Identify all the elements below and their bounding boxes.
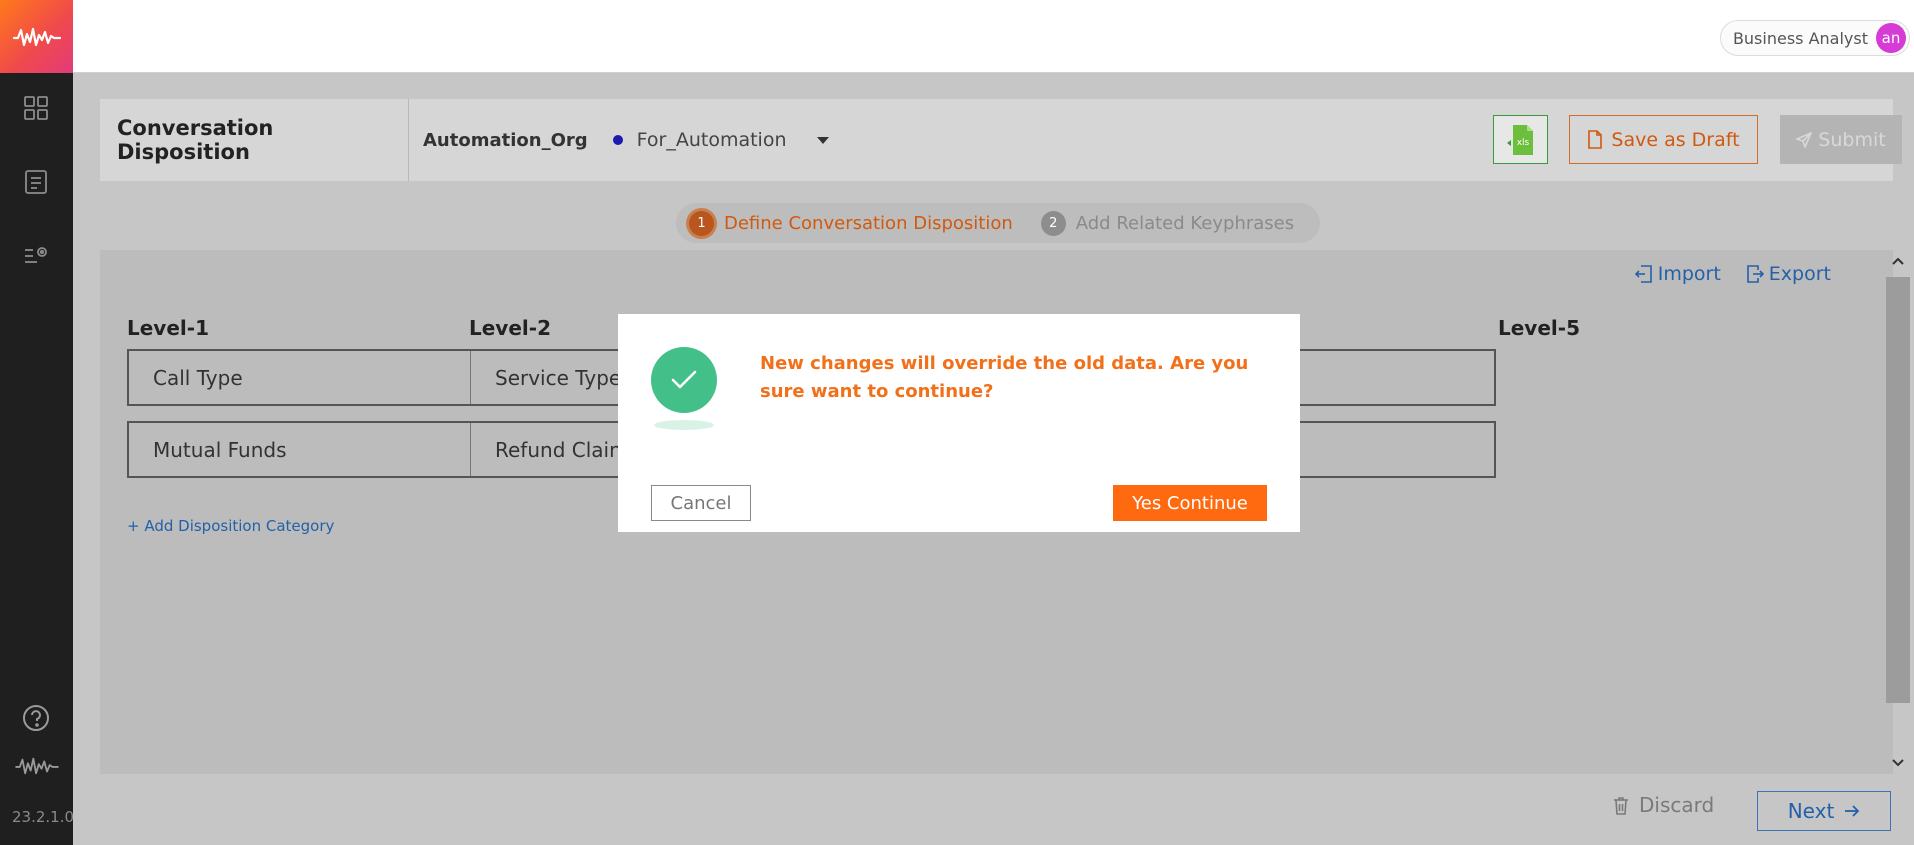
next-button[interactable]: Next: [1757, 791, 1891, 831]
level-1-cell[interactable]: Mutual Funds: [129, 423, 471, 476]
project-select[interactable]: For_Automation: [637, 129, 787, 151]
chevron-down-icon[interactable]: [1891, 758, 1905, 768]
page-title: Conversation Disposition: [100, 99, 409, 181]
import-button[interactable]: Import: [1634, 263, 1721, 285]
cancel-button[interactable]: Cancel: [651, 485, 751, 521]
save-draft-label: Save as Draft: [1611, 128, 1740, 151]
avatar: an: [1876, 23, 1906, 53]
xls-file-icon: xls: [1506, 124, 1533, 155]
svg-text:xls: xls: [1516, 138, 1529, 148]
org-name: Automation_Org: [423, 129, 588, 151]
sidebar: 23.2.1.0: [0, 0, 75, 845]
dialog-message: New changes will override the old data. …: [760, 353, 1249, 402]
yes-continue-button[interactable]: Yes Continue: [1113, 485, 1267, 521]
discard-button[interactable]: Discard: [1613, 793, 1714, 817]
submit-button[interactable]: Submit: [1780, 115, 1902, 164]
dashboard-grid-icon[interactable]: [22, 94, 50, 122]
import-label: Import: [1657, 263, 1721, 285]
app-version: 23.2.1.0: [12, 808, 75, 826]
waveform-logo-icon: [12, 27, 61, 46]
arrow-right-icon: [1845, 805, 1860, 817]
user-menu[interactable]: Business Analyst an: [1719, 20, 1910, 56]
send-icon: [1796, 131, 1813, 148]
level-1-cell[interactable]: Call Type: [129, 351, 471, 404]
check-shadow: [654, 420, 714, 430]
scrollbar-thumb[interactable]: [1886, 277, 1910, 703]
trash-icon: [1614, 796, 1628, 815]
step-number: 1: [689, 210, 714, 236]
step-define-disposition[interactable]: 1 Define Conversation Disposition: [689, 210, 1013, 236]
level-1-header: Level-1: [127, 316, 209, 340]
level-2-header: Level-2: [469, 316, 551, 340]
document-icon: [1588, 130, 1603, 149]
next-label: Next: [1787, 799, 1835, 823]
step-label: Define Conversation Disposition: [724, 212, 1013, 234]
import-icon: [1634, 265, 1652, 283]
scrollbar[interactable]: [1886, 250, 1910, 774]
page-header: Conversation Disposition Automation_Org …: [100, 99, 1902, 181]
discard-label: Discard: [1639, 793, 1715, 817]
add-disposition-category-link[interactable]: + Add Disposition Category: [127, 517, 334, 535]
chevron-down-icon[interactable]: [816, 136, 829, 144]
submit-label: Submit: [1818, 128, 1886, 151]
app-logo[interactable]: [0, 0, 73, 73]
footer-bar: Discard Next: [73, 778, 1914, 845]
success-check-icon: [651, 347, 717, 413]
export-label: Export: [1768, 263, 1831, 285]
export-button[interactable]: Export: [1746, 263, 1831, 285]
chevron-up-icon[interactable]: [1891, 256, 1905, 266]
export-icon: [1746, 265, 1764, 283]
stepper: 1 Define Conversation Disposition 2 Add …: [676, 203, 1320, 243]
step-label: Add Related Keyphrases: [1075, 212, 1295, 234]
waveform-brand-icon: [14, 752, 60, 780]
step-add-keyphrases[interactable]: 2 Add Related Keyphrases: [1040, 210, 1295, 236]
confirm-dialog: New changes will override the old data. …: [618, 314, 1300, 532]
save-draft-button[interactable]: Save as Draft: [1569, 115, 1758, 164]
xls-download-button[interactable]: xls: [1493, 115, 1548, 164]
help-icon[interactable]: [22, 704, 50, 732]
level-5-header: Level-5: [1498, 316, 1580, 340]
user-role: Business Analyst: [1732, 28, 1868, 48]
document-list-icon[interactable]: [22, 168, 50, 196]
settings-list-icon[interactable]: [22, 242, 50, 270]
project-status-dot: [612, 135, 623, 145]
step-number: 2: [1040, 210, 1066, 236]
top-bar: Business Analyst an: [73, 0, 1914, 73]
